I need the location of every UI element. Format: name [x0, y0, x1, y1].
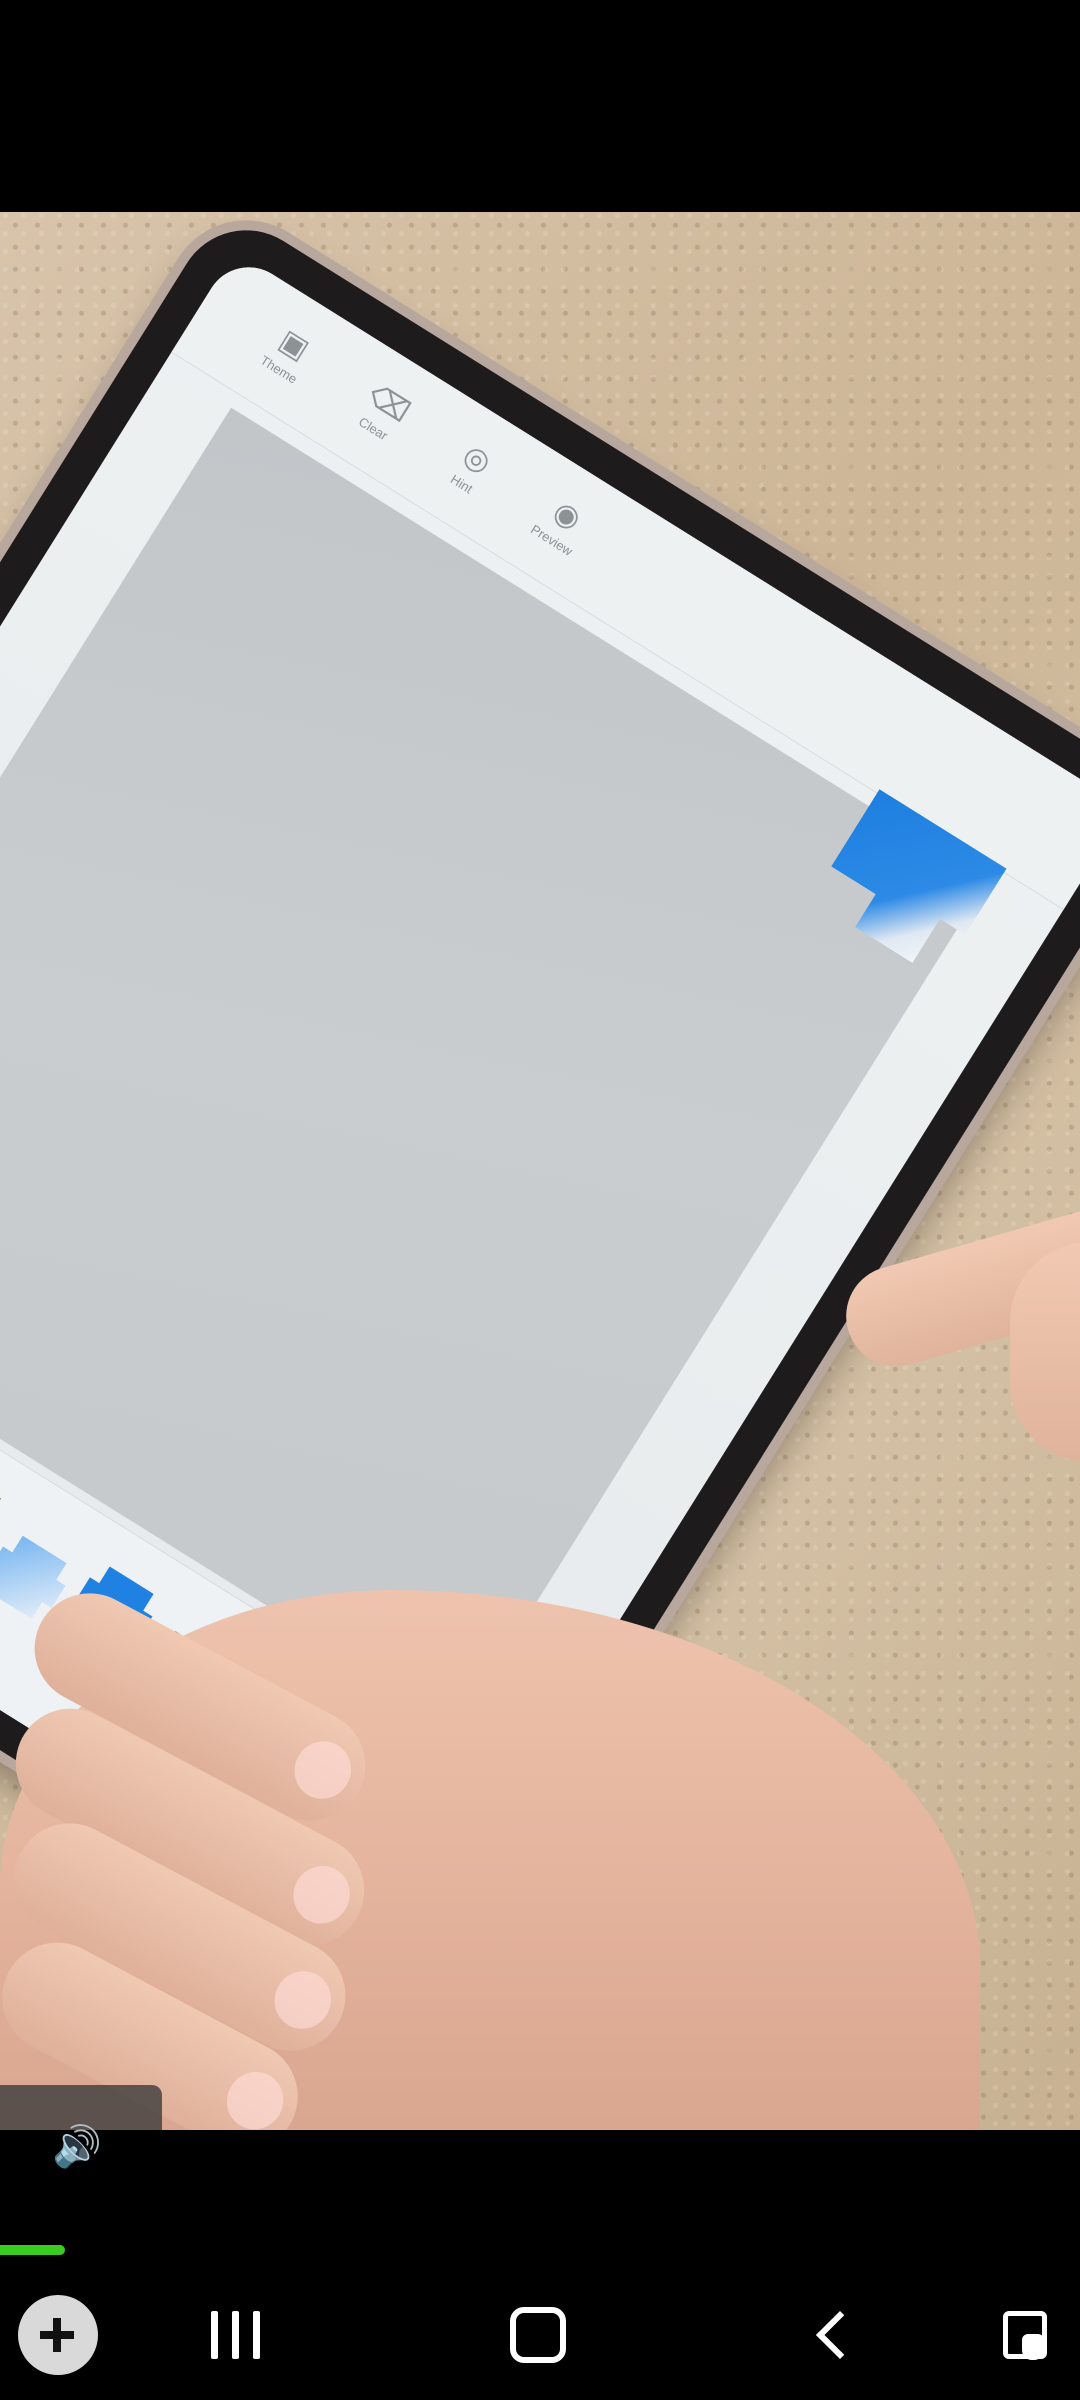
assistant-icon[interactable]	[985, 2298, 1065, 2372]
volume-icon[interactable]: 🔊	[52, 2122, 102, 2172]
tool-clear[interactable]: ⌫ Clear	[351, 379, 415, 447]
theme-icon: ▣	[273, 323, 315, 367]
tool-preview[interactable]: ◉ Preview	[528, 491, 594, 559]
tool-hint[interactable]: ◎ Hint	[447, 438, 497, 497]
back-button[interactable]	[800, 2298, 880, 2372]
system-nav-bar	[0, 2270, 1080, 2400]
tray-piece[interactable]	[0, 1465, 10, 1560]
puzzle-board[interactable]	[0, 407, 988, 1726]
recent-apps-button[interactable]	[195, 2298, 275, 2372]
video-progress-bar[interactable]	[0, 2245, 1080, 2255]
game-launcher-icon[interactable]	[18, 2295, 98, 2375]
video-progress-fill	[0, 2245, 65, 2255]
hint-icon: ◎	[457, 438, 497, 481]
home-button[interactable]	[498, 2298, 578, 2372]
video-frame[interactable]: ▣ Theme ⌫ Clear ◎ Hint ◉ Preview	[0, 212, 1080, 2130]
preview-icon: ◉	[547, 494, 587, 537]
tool-theme[interactable]: ▣ Theme	[258, 322, 319, 386]
